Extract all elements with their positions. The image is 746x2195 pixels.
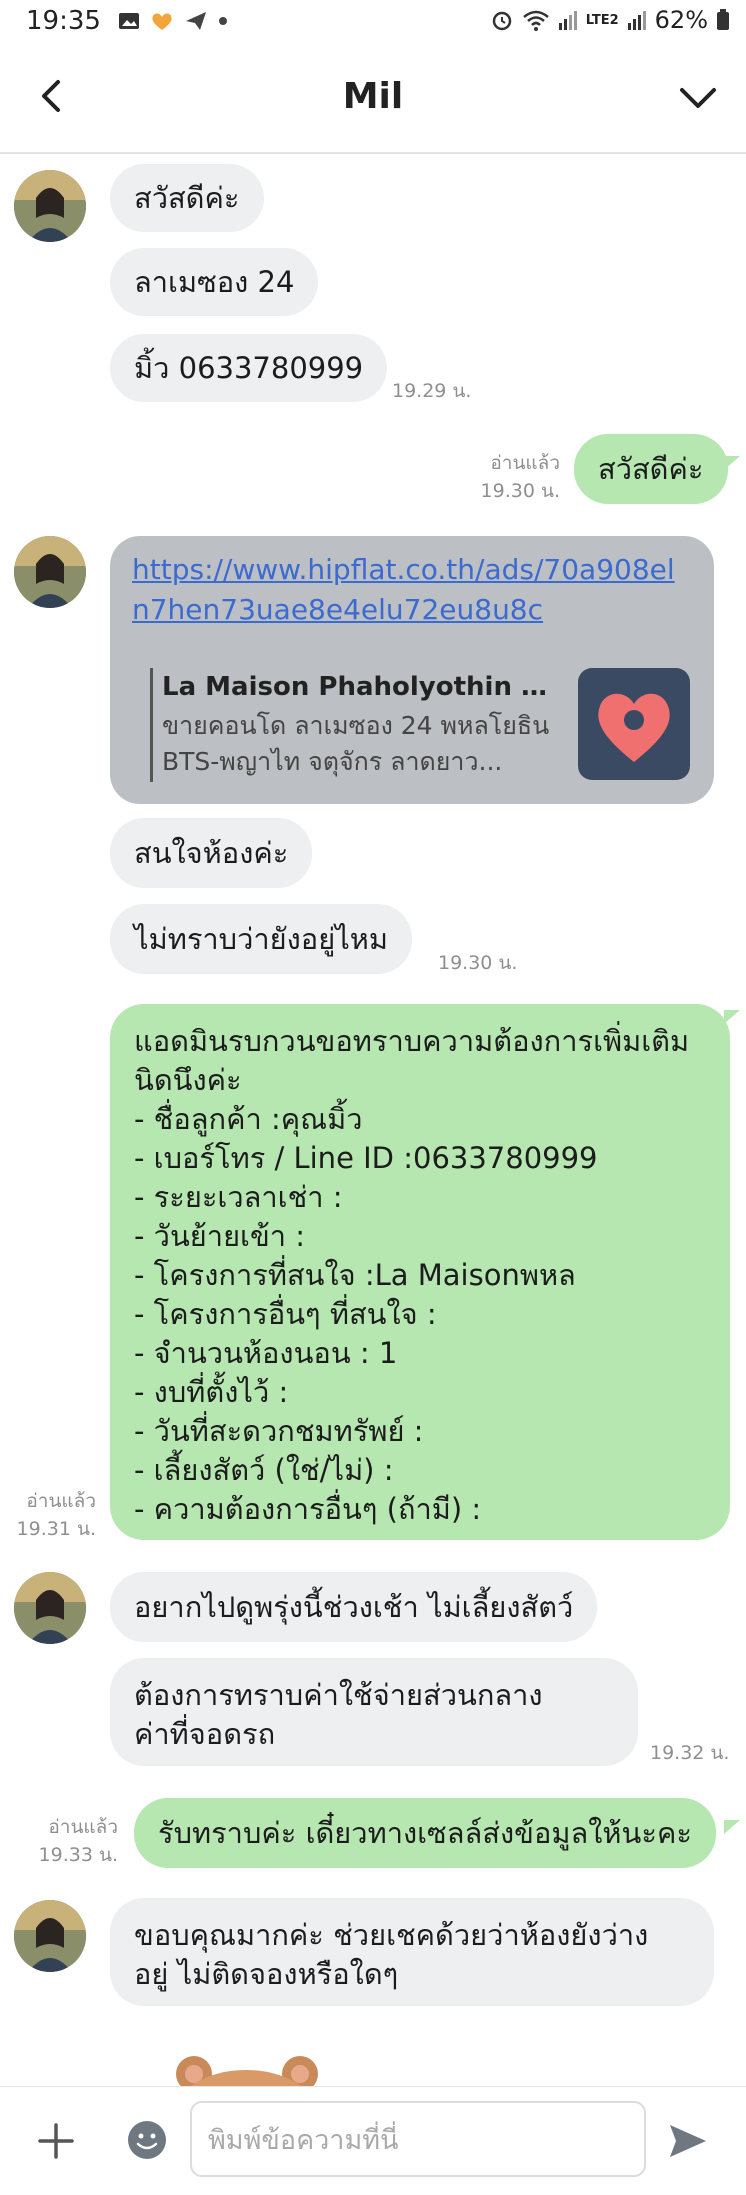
message-time: 19.30 น.: [480, 480, 560, 502]
incoming-message[interactable]: สนใจห้องค่ะ: [110, 818, 313, 888]
read-receipt: อ่านแล้ว: [26, 1490, 96, 1512]
send-icon[interactable]: [666, 2119, 710, 2163]
battery-percent: 62%: [654, 6, 708, 34]
wifi-icon: [522, 10, 549, 31]
outgoing-message[interactable]: รับทราบค่ะ เดี๋ยวทางเซลล์ส่งข้อมูลให้นะค…: [134, 1798, 716, 1868]
emoji-icon[interactable]: [126, 2119, 168, 2161]
link-preview-title[interactable]: La Maison Phaholyothin 24 - ข...: [150, 666, 562, 707]
signal-2-icon: [627, 11, 646, 30]
avatar[interactable]: [14, 1900, 86, 1972]
incoming-message[interactable]: อยากไปดูพรุ่งนี้ช่วงเช้า ไม่เลี้ยงสัตว์: [110, 1572, 598, 1642]
send-notify-icon: [186, 12, 206, 30]
read-receipt: อ่านแล้ว: [48, 1816, 118, 1838]
incoming-message[interactable]: ต้องการทราบค่าใช้จ่ายส่วนกลาง ค่าที่จอดร…: [110, 1658, 638, 1766]
chat-title: Mil: [342, 76, 404, 117]
message-time: 19.29 น.: [392, 380, 472, 402]
message-time: 19.32 น.: [650, 1742, 730, 1764]
link-preview-thumbnail[interactable]: [578, 668, 690, 780]
link-url[interactable]: https://www.hipflat.co.th/ads/70a908eln7…: [132, 550, 692, 630]
read-receipt: อ่านแล้ว: [490, 452, 560, 474]
battery-icon: [717, 9, 729, 30]
dot-icon: [219, 17, 227, 25]
chevron-down-icon[interactable]: [676, 76, 720, 120]
outgoing-message[interactable]: สวัสดีค่ะ: [574, 434, 728, 504]
avatar[interactable]: [14, 1572, 86, 1644]
outgoing-message[interactable]: แอดมินรบกวนขอทราบความต้องการเพิ่มเติม นิ…: [110, 1004, 730, 1540]
message-time: 19.33 น.: [38, 1844, 118, 1866]
message-input-bar: พิมพ์ข้อความที่นี่: [0, 2086, 746, 2195]
message-time: 19.30 น.: [438, 952, 518, 974]
gallery-icon: [119, 13, 139, 29]
bear-sticker[interactable]: [150, 2040, 330, 2088]
alarm-icon: [492, 11, 511, 31]
heart-app-icon: [152, 13, 172, 30]
message-time: 19.31 น.: [16, 1518, 96, 1540]
incoming-message[interactable]: สวัสดีค่ะ: [110, 164, 264, 232]
signal-icon: [558, 11, 577, 30]
incoming-message[interactable]: ไม่ทราบว่ายังอยู่ไหม: [110, 904, 413, 974]
link-preview-desc-line: BTS-พญาไท จตุจักร ลาดยาว...: [162, 747, 503, 776]
status-time: 19:35: [26, 6, 101, 36]
avatar[interactable]: [14, 536, 86, 608]
bear-sticker-icon: [176, 2056, 318, 2088]
incoming-message[interactable]: ขอบคุณมากค่ะ ช่วยเชคด้วยว่าห้องยังว่าง อ…: [110, 1898, 714, 2006]
avatar-photo: [14, 1900, 86, 1972]
avatar[interactable]: [14, 170, 86, 242]
message-input[interactable]: พิมพ์ข้อความที่นี่: [190, 2101, 646, 2177]
avatar-photo: [14, 1572, 86, 1644]
map-pin-heart-icon: [598, 693, 670, 762]
status-bar: 19:35 LTE2 62%: [0, 0, 746, 46]
link-preview-description: ขายคอนโด ลาเมซอง 24 พหลโยธิน BTS-พญาไท จ…: [162, 708, 552, 780]
link-preview-desc-line: ขายคอนโด ลาเมซอง 24 พหลโยธิน: [162, 711, 550, 740]
plus-icon[interactable]: [36, 2121, 76, 2161]
link-message[interactable]: https://www.hipflat.co.th/ads/70a908eln7…: [110, 536, 714, 804]
chat-header: Mil: [0, 46, 746, 154]
avatar-photo: [14, 536, 86, 608]
incoming-message[interactable]: มิ้ว 0633780999: [110, 334, 388, 402]
incoming-message[interactable]: ลาเมซอง 24: [110, 248, 319, 316]
avatar-photo: [14, 170, 86, 242]
network-label: LTE2: [585, 12, 619, 28]
